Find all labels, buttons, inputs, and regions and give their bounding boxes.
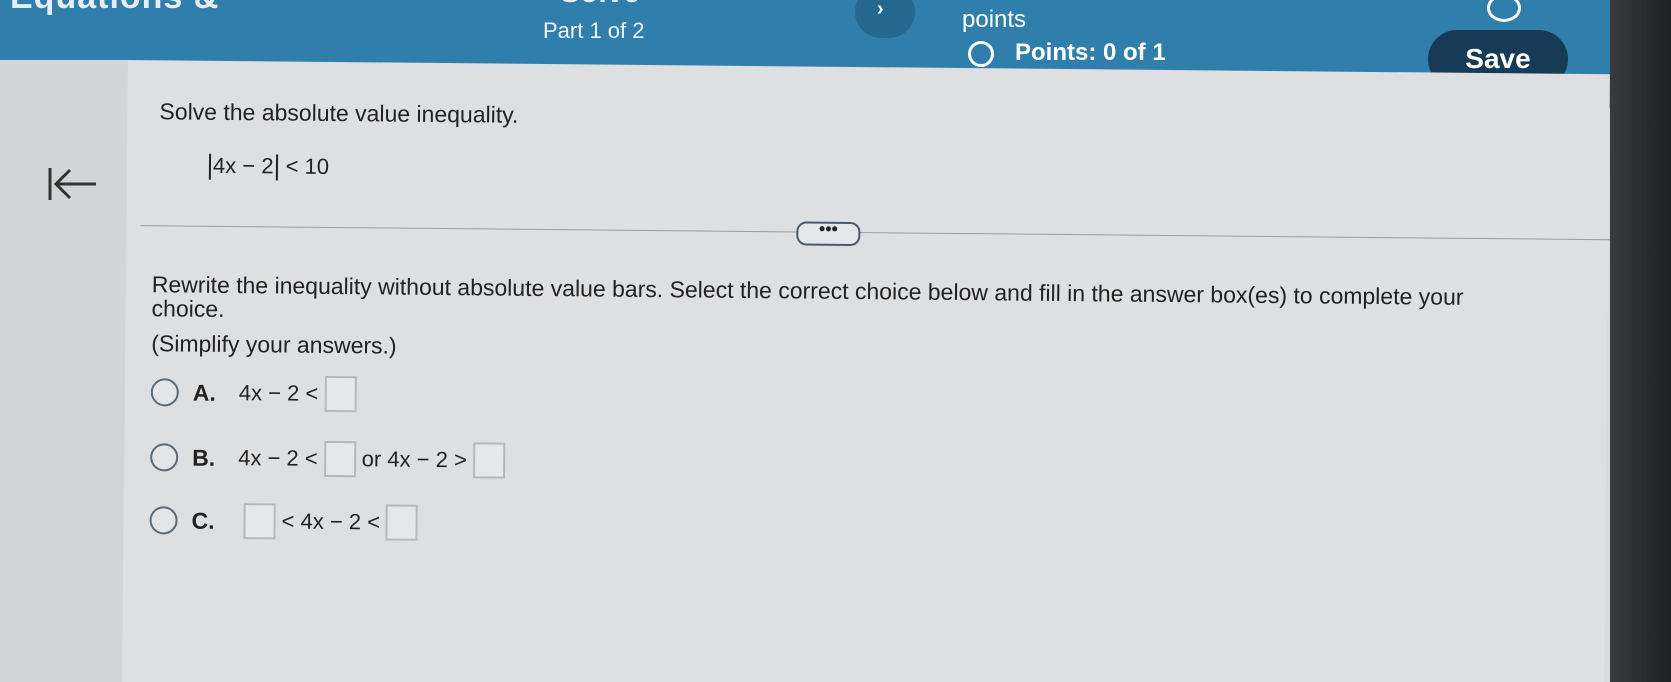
expression-inner: 4x − 2 [212, 152, 274, 179]
radio-a[interactable] [150, 378, 179, 407]
choice-text: or 4x − 2 > [361, 446, 468, 473]
circle-outline-icon [968, 41, 994, 67]
inequality-expression: 4x − 2 < 10 [207, 153, 329, 181]
chevron-right-icon: › [877, 0, 884, 20]
points-label: points [962, 6, 1027, 33]
choice-b[interactable]: B. 4x − 2 < or 4x − 2 > [150, 437, 511, 480]
radio-c[interactable] [149, 506, 178, 535]
answer-box[interactable] [385, 504, 419, 541]
more-options-button[interactable]: ••• [796, 219, 861, 247]
divider [140, 225, 1610, 241]
choice-letter: C. [191, 507, 215, 534]
choice-text: < 4x − 2 < [281, 508, 381, 535]
answer-box[interactable] [323, 440, 356, 478]
page-title: Equations & [10, 0, 219, 17]
answer-box[interactable] [324, 375, 357, 413]
choice-text: 4x − 2 < [238, 380, 319, 406]
question-panel: Solve the absolute value inequality. 4x … [122, 60, 1610, 682]
part-indicator: Part 1 of 2 [543, 18, 645, 43]
simplify-note: (Simplify your answers.) [151, 330, 397, 359]
section-title: Solve [560, 0, 640, 10]
screen-bezel [1610, 0, 1671, 682]
abs-bar-right [275, 154, 278, 181]
left-panel [0, 60, 128, 682]
screen: Equations & Solve Part 1 of 2 › points P… [0, 0, 1610, 682]
choice-letter: B. [192, 444, 216, 471]
choice-text: 4x − 2 < [238, 445, 318, 471]
choice-c[interactable]: C. < 4x − 2 < [149, 500, 424, 543]
choice-letter: A. [192, 379, 216, 406]
question-title: Solve the absolute value inequality. [159, 98, 519, 128]
instructions: Rewrite the inequality without absolute … [151, 271, 1464, 322]
choice-a[interactable]: A. 4x − 2 < [150, 372, 363, 414]
abs-bar-left [208, 153, 212, 180]
radio-b[interactable] [150, 443, 179, 472]
collapse-left-icon[interactable] [48, 164, 100, 204]
settings-icon[interactable] [1487, 0, 1521, 22]
next-part-button[interactable]: › [855, 0, 915, 38]
answer-box[interactable] [243, 503, 276, 540]
answer-box[interactable] [472, 442, 506, 479]
expression-rhs: < 10 [285, 153, 330, 179]
points-status: Points: 0 of 1 [1015, 39, 1166, 66]
